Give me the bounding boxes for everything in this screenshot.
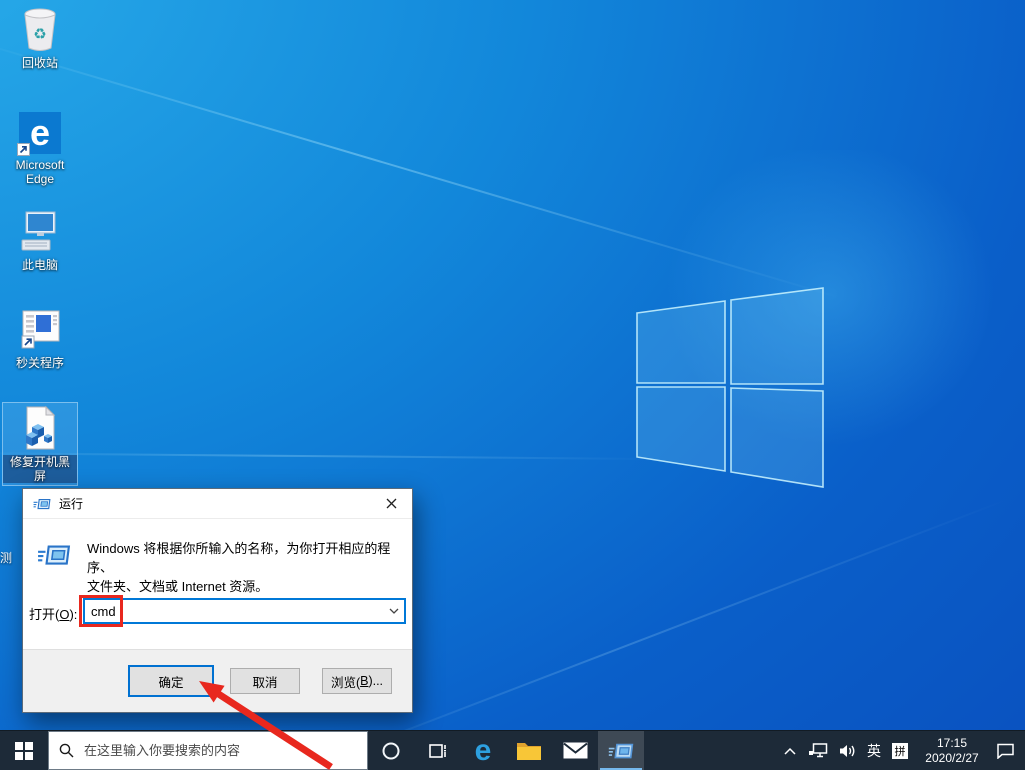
open-input[interactable] bbox=[85, 600, 384, 622]
hidden-desktop-icon-label: 测 bbox=[0, 551, 13, 565]
wallpaper-light-ray bbox=[0, 36, 843, 300]
run-icon-large bbox=[38, 545, 71, 565]
ime-language-indicator[interactable]: 英 bbox=[867, 741, 881, 761]
start-button[interactable] bbox=[0, 731, 48, 770]
combobox-dropdown-icon[interactable] bbox=[384, 608, 404, 614]
taskbar-edge-button[interactable]: e bbox=[460, 731, 506, 770]
taskbar-file-explorer-button[interactable] bbox=[506, 731, 552, 770]
edge-icon: e bbox=[17, 106, 61, 156]
close-icon[interactable] bbox=[370, 489, 412, 518]
system-tray: 英 拼 17:15 2020/2/27 bbox=[783, 731, 1025, 770]
ime-mode-indicator[interactable]: 拼 bbox=[892, 742, 908, 759]
open-combobox bbox=[83, 598, 406, 624]
desktop-icon-registry-fix[interactable]: 修复开机黑屏 bbox=[2, 402, 78, 486]
file-explorer-icon bbox=[517, 743, 541, 760]
hidden-icons-chevron-icon[interactable] bbox=[783, 746, 797, 756]
volume-icon[interactable] bbox=[839, 744, 856, 758]
desktop-icon-microsoft-edge[interactable]: e Microsoft Edge bbox=[0, 106, 80, 186]
desktop-icon-program[interactable]: 秒关程序 bbox=[0, 304, 80, 370]
recycle-bin-icon: ♻ bbox=[20, 4, 60, 52]
app-window-icon bbox=[19, 304, 61, 352]
clock-time: 17:15 bbox=[936, 735, 968, 750]
task-view-icon bbox=[429, 743, 446, 758]
action-center-icon[interactable] bbox=[996, 743, 1015, 759]
search-icon bbox=[59, 743, 74, 758]
run-dialog-titlebar[interactable]: 运行 bbox=[23, 489, 412, 519]
svg-text:♻: ♻ bbox=[33, 26, 46, 43]
shortcut-arrow-icon bbox=[17, 143, 30, 156]
windows-logo-wallpaper bbox=[636, 287, 824, 488]
desktop-icon-label: 修复开机黑屏 bbox=[3, 455, 77, 483]
windows-start-icon bbox=[15, 741, 33, 760]
wallpaper-light-ray bbox=[0, 452, 660, 461]
run-icon bbox=[33, 498, 51, 509]
desktop-icon-label: 此电脑 bbox=[21, 258, 58, 272]
run-dialog: 运行 Windows 将根据你所输入的名称，为你打开相应的程序、 文件夹、文档或… bbox=[22, 488, 413, 713]
search-input[interactable] bbox=[84, 743, 357, 758]
ok-button[interactable]: 确定 bbox=[128, 665, 214, 697]
taskbar-search-box[interactable] bbox=[48, 731, 368, 770]
browse-button[interactable]: 浏览(B)... bbox=[322, 668, 392, 694]
run-icon bbox=[608, 743, 634, 758]
cortana-icon bbox=[382, 742, 400, 759]
cortana-button[interactable] bbox=[368, 731, 414, 770]
desktop-icon-label: Microsoft Edge bbox=[15, 158, 65, 186]
run-dialog-message: Windows 将根据你所输入的名称，为你打开相应的程序、 文件夹、文档或 In… bbox=[37, 539, 400, 596]
desktop-icon-this-pc[interactable]: 此电脑 bbox=[0, 206, 80, 272]
this-pc-icon bbox=[18, 206, 62, 254]
taskbar-clock[interactable]: 17:15 2020/2/27 bbox=[919, 736, 985, 766]
task-view-button[interactable] bbox=[414, 731, 460, 770]
network-icon[interactable] bbox=[808, 743, 828, 758]
taskbar-mail-button[interactable] bbox=[552, 731, 598, 770]
message-line-2: 文件夹、文档或 Internet 资源。 bbox=[87, 579, 269, 594]
registry-file-icon bbox=[20, 403, 60, 451]
taskbar: e bbox=[0, 730, 1025, 770]
open-field-label: 打开(O): bbox=[29, 607, 78, 622]
dialog-title: 运行 bbox=[59, 497, 84, 511]
desktop: ♻ 回收站 e Microsoft Edge 此电脑 秒关程序 修复开机黑屏 测… bbox=[0, 0, 1025, 770]
desktop-icon-label: 秒关程序 bbox=[15, 356, 64, 370]
desktop-icon-recycle-bin[interactable]: ♻ 回收站 bbox=[0, 4, 80, 70]
desktop-icon-label: 回收站 bbox=[21, 56, 58, 70]
message-line-1: Windows 将根据你所输入的名称，为你打开相应的程序、 bbox=[87, 541, 391, 575]
edge-icon: e bbox=[474, 733, 492, 767]
mail-icon bbox=[562, 742, 588, 759]
cancel-button[interactable]: 取消 bbox=[230, 668, 300, 694]
clock-date: 2020/2/27 bbox=[925, 750, 979, 765]
taskbar-run-button-active[interactable] bbox=[598, 731, 644, 770]
taskbar-empty-area bbox=[644, 731, 783, 770]
